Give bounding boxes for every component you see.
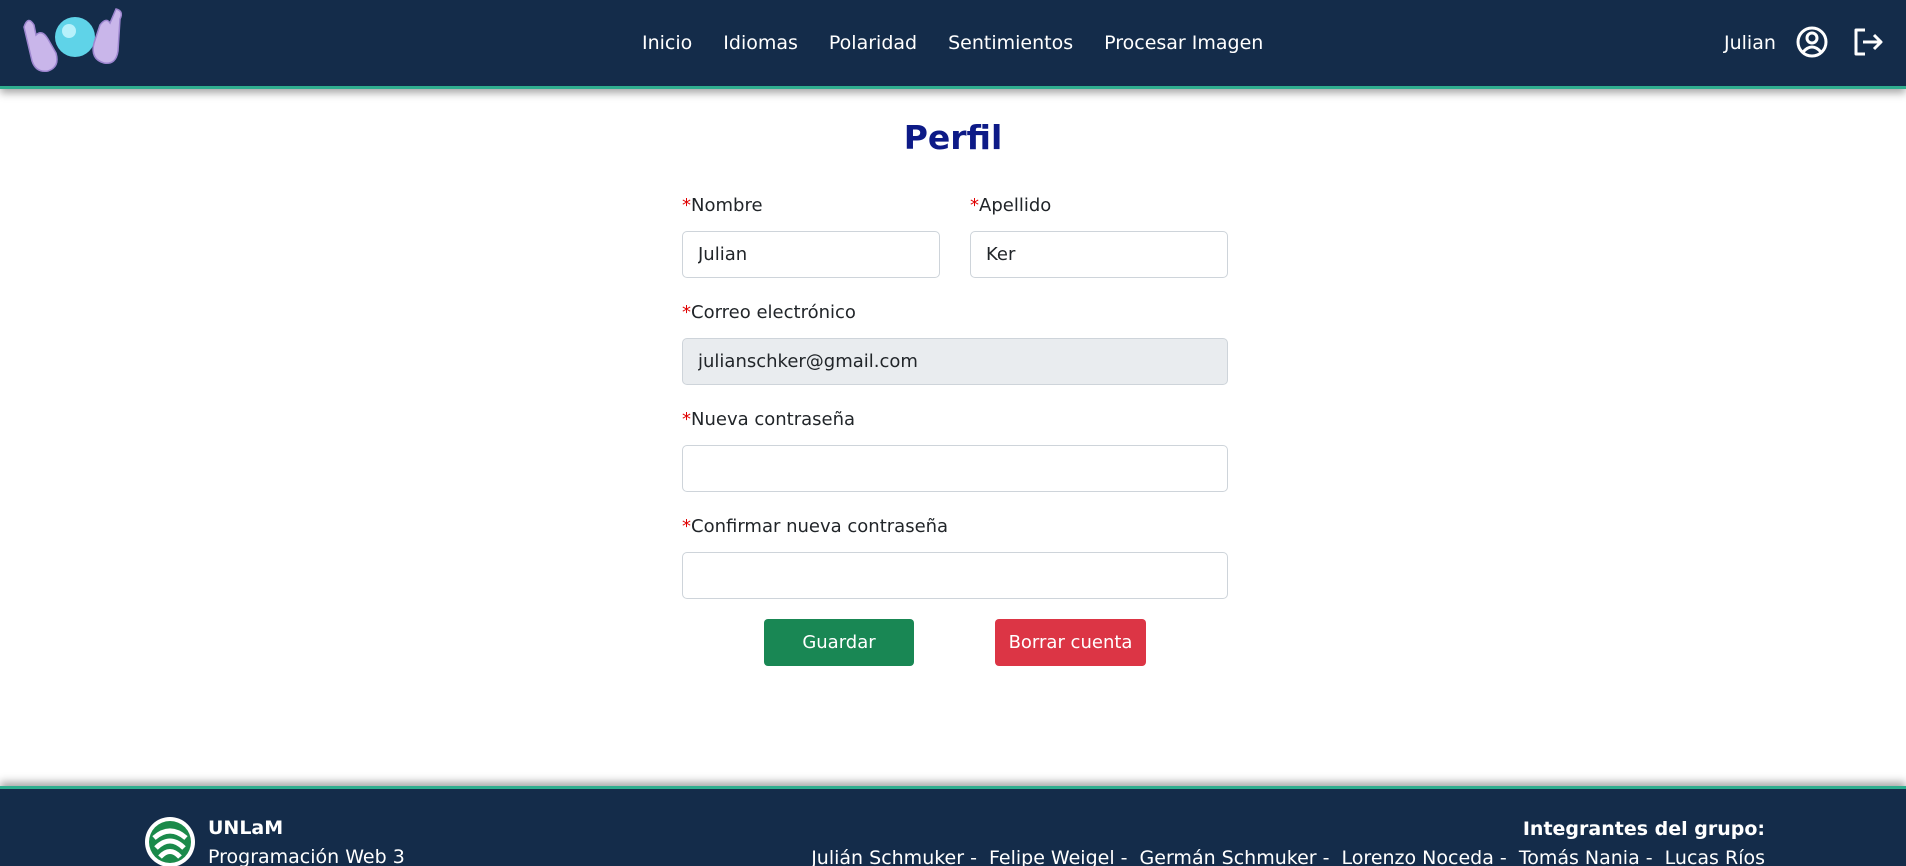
logout-icon[interactable] bbox=[1851, 25, 1885, 59]
new-password-input[interactable] bbox=[682, 445, 1228, 492]
navbar: Inicio Idiomas Polaridad Sentimientos Pr… bbox=[0, 0, 1906, 89]
confirmar-contrasena-label-text: Confirmar nueva contraseña bbox=[691, 516, 949, 537]
nueva-contrasena-label-text: Nueva contraseña bbox=[691, 409, 856, 430]
required-mark: * bbox=[682, 516, 691, 537]
team-member: Felipe Weigel - bbox=[989, 847, 1128, 866]
nav-inicio[interactable]: Inicio bbox=[642, 32, 692, 54]
required-mark: * bbox=[682, 195, 691, 216]
team-members: Julián Schmuker - Felipe Weigel - Germán… bbox=[805, 847, 1765, 866]
team-member: Lucas Ríos bbox=[1664, 847, 1765, 866]
correo-label-text: Correo electrónico bbox=[691, 302, 856, 323]
nav-idiomas[interactable]: Idiomas bbox=[723, 32, 798, 54]
org-name: UNLaM bbox=[208, 817, 284, 839]
save-button[interactable]: Guardar bbox=[764, 619, 914, 666]
confirm-password-input[interactable] bbox=[682, 552, 1228, 599]
course-name: Programación Web 3 bbox=[208, 846, 405, 866]
main-nav: Inicio Idiomas Polaridad Sentimientos Pr… bbox=[642, 0, 1263, 86]
hands-crystal-ball-icon[interactable] bbox=[20, 7, 126, 77]
nav-procesar-imagen[interactable]: Procesar Imagen bbox=[1104, 32, 1263, 54]
confirmar-contrasena-label: *Confirmar nueva contraseña bbox=[682, 516, 948, 537]
footer: UNLaM Programación Web 3 Integrantes del… bbox=[0, 786, 1906, 866]
team-member: Tomás Nania - bbox=[1518, 847, 1653, 866]
page-title: Perfil bbox=[903, 118, 1003, 157]
nombre-label-text: Nombre bbox=[691, 195, 763, 216]
apellido-label-text: Apellido bbox=[979, 195, 1052, 216]
delete-account-button[interactable]: Borrar cuenta bbox=[995, 619, 1146, 666]
email-field bbox=[682, 338, 1228, 385]
correo-label: *Correo electrónico bbox=[682, 302, 856, 323]
nueva-contrasena-label: *Nueva contraseña bbox=[682, 409, 855, 430]
apellido-input[interactable] bbox=[970, 231, 1228, 278]
unlam-logo-icon bbox=[144, 816, 196, 866]
required-mark: * bbox=[682, 409, 691, 430]
nombre-input[interactable] bbox=[682, 231, 940, 278]
nav-sentimientos[interactable]: Sentimientos bbox=[948, 32, 1073, 54]
user-circle-icon[interactable] bbox=[1795, 25, 1829, 59]
required-mark: * bbox=[682, 302, 691, 323]
nombre-label: *Nombre bbox=[682, 195, 763, 216]
nav-polaridad[interactable]: Polaridad bbox=[829, 32, 917, 54]
team-title: Integrantes del grupo: bbox=[1522, 818, 1765, 840]
team-member: Germán Schmuker - bbox=[1139, 847, 1330, 866]
team-member: Lorenzo Noceda - bbox=[1341, 847, 1507, 866]
user-name: Julian bbox=[1724, 32, 1776, 54]
team-member: Julián Schmuker - bbox=[811, 847, 977, 866]
required-mark: * bbox=[970, 195, 979, 216]
apellido-label: *Apellido bbox=[970, 195, 1051, 216]
